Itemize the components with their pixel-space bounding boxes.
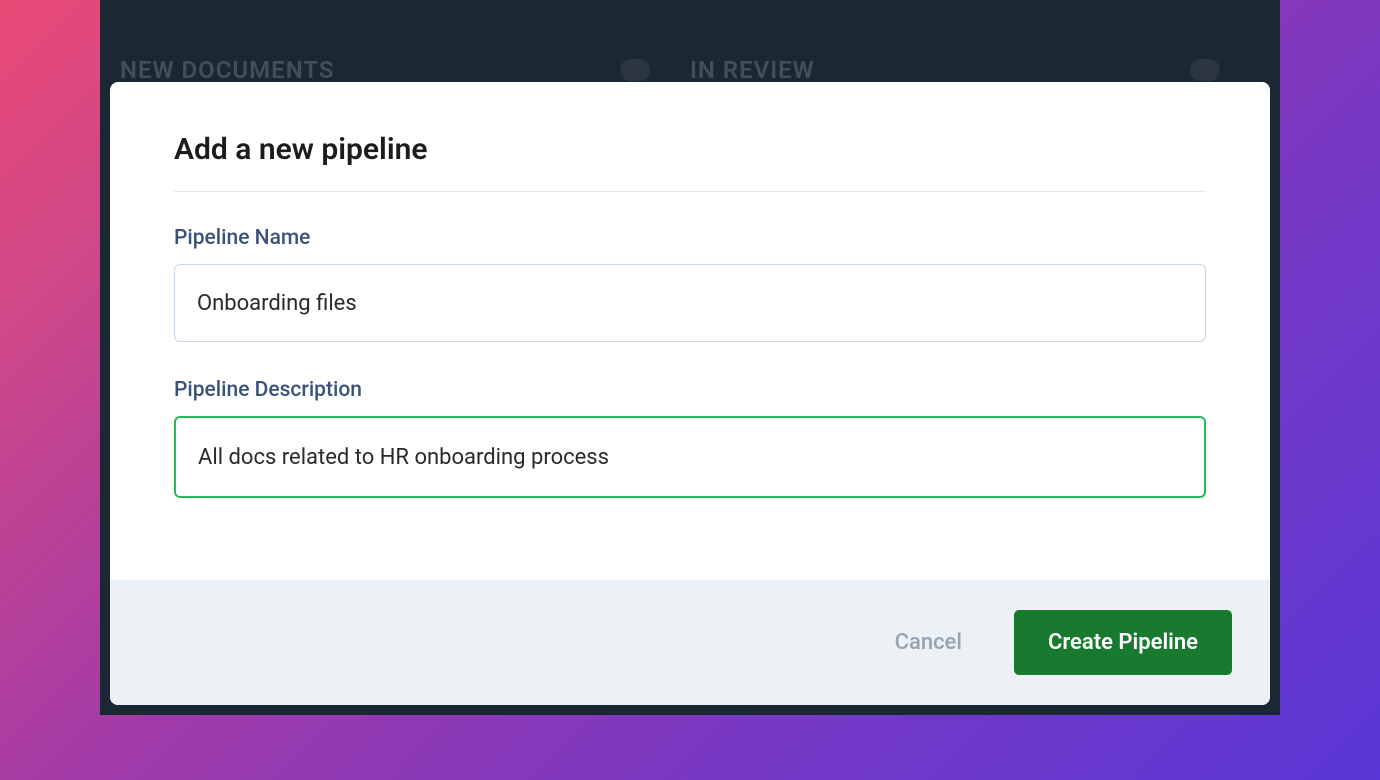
add-pipeline-modal: Add a new pipeline Pipeline Name Pipelin…	[110, 82, 1270, 705]
modal-title: Add a new pipeline	[174, 132, 1206, 192]
background-kanban-header: NEW DOCUMENTS IN REVIEW	[100, 56, 1280, 84]
pipeline-name-input[interactable]	[174, 264, 1206, 342]
cancel-button[interactable]: Cancel	[883, 622, 974, 663]
background-column: NEW DOCUMENTS	[120, 56, 690, 84]
modal-body: Add a new pipeline Pipeline Name Pipelin…	[110, 82, 1270, 580]
form-group-pipeline-name: Pipeline Name	[174, 226, 1206, 342]
background-column-label: IN REVIEW	[690, 56, 815, 84]
background-column-label: NEW DOCUMENTS	[120, 56, 335, 84]
modal-footer: Cancel Create Pipeline	[110, 580, 1270, 705]
form-group-pipeline-description: Pipeline Description	[174, 378, 1206, 498]
pipeline-description-input[interactable]	[174, 416, 1206, 498]
create-pipeline-button[interactable]: Create Pipeline	[1014, 610, 1232, 675]
pipeline-name-label: Pipeline Name	[174, 226, 1206, 250]
modal-backdrop: NEW DOCUMENTS IN REVIEW Add a new pipeli…	[100, 0, 1280, 715]
pipeline-description-label: Pipeline Description	[174, 378, 1206, 402]
background-column-badge	[1190, 59, 1220, 81]
background-column: IN REVIEW	[690, 56, 1260, 84]
background-column-badge	[620, 59, 650, 81]
